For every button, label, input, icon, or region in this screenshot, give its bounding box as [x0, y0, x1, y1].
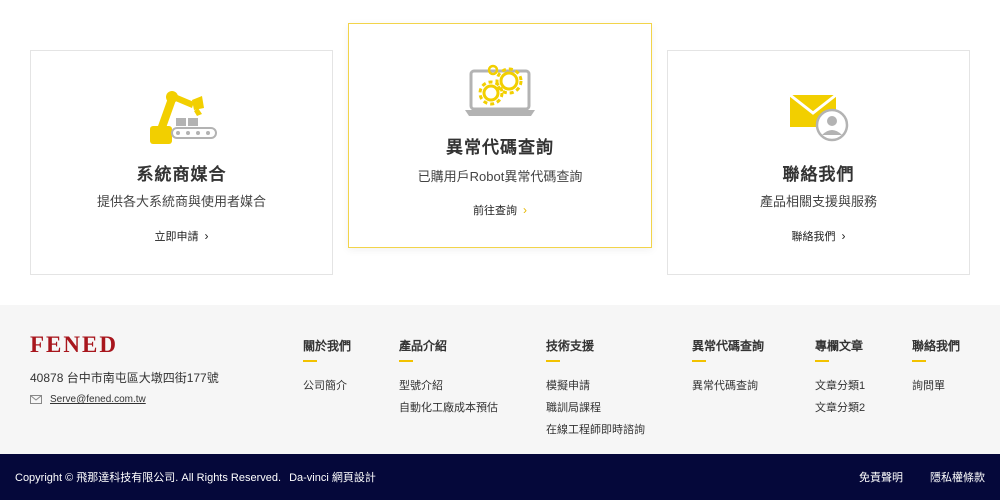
footer-col-heading[interactable]: 產品介紹 — [399, 337, 498, 354]
footer-link[interactable]: 異常代碼查詢 — [692, 375, 764, 397]
heading-underline — [912, 360, 926, 362]
heading-underline — [546, 360, 560, 362]
footer-col-support: 技術支援 模擬申請 職訓局課程 在線工程師即時諮詢 — [546, 337, 645, 441]
card-title: 聯絡我們 — [782, 165, 855, 184]
mail-icon — [30, 395, 42, 404]
card-description: 提供各大系統商與使用者媒合 — [96, 194, 266, 209]
chevron-right-icon: › — [523, 203, 527, 217]
footer-link[interactable]: 公司簡介 — [303, 375, 351, 397]
chevron-right-icon: › — [204, 229, 209, 243]
copyright-text: Copyright © 飛那達科技有限公司. All Rights Reserv… — [15, 472, 282, 484]
link-label: 立即申請 — [154, 231, 199, 243]
apply-now-link[interactable]: 立即申請 › — [31, 228, 332, 244]
copyright-bar: Copyright © 飛那達科技有限公司. All Rights Reserv… — [0, 454, 1000, 500]
footer-link[interactable]: 職訓局課程 — [546, 397, 645, 419]
footer-link[interactable]: 詢問單 — [912, 375, 960, 397]
footer-col-products: 產品介紹 型號介紹 自動化工廠成本預估 — [399, 337, 498, 419]
brand-logo[interactable]: FENED — [30, 332, 118, 358]
privacy-policy-link[interactable]: 隱私權條款 — [930, 472, 985, 484]
footer-col-heading[interactable]: 關於我們 — [303, 337, 351, 354]
card-integrator-matching[interactable]: 系統商媒合 提供各大系統商與使用者媒合 立即申請 › — [30, 50, 333, 275]
footer-link[interactable]: 在線工程師即時諮詢 — [546, 419, 645, 441]
footer-link[interactable]: 文章分類2 — [815, 397, 865, 419]
footer-link[interactable]: 型號介紹 — [399, 375, 498, 397]
robot-arm-icon — [149, 91, 217, 144]
footer-col-heading[interactable]: 異常代碼查詢 — [692, 337, 764, 354]
footer-link[interactable]: 模擬申請 — [546, 375, 645, 397]
card-title: 異常代碼查詢 — [446, 138, 554, 157]
service-cards-section: 系統商媒合 提供各大系統商與使用者媒合 立即申請 › 異常代碼查詢 已購用戶Rob… — [0, 0, 1000, 305]
footer-col-heading[interactable]: 技術支援 — [546, 337, 645, 354]
chevron-right-icon: › — [841, 229, 846, 243]
footer-col-contact: 聯絡我們 詢問單 — [912, 337, 960, 397]
card-title: 系統商媒合 — [136, 165, 227, 184]
company-address: 40878 台中市南屯區大墩四街177號 — [30, 371, 219, 385]
laptop-gears-icon — [465, 64, 535, 116]
email-row: Serve@fened.com.tw — [30, 394, 146, 405]
envelope-person-icon — [788, 93, 848, 142]
legal-links: 免責聲明 隱私權條款 — [832, 469, 985, 485]
card-contact-us[interactable]: 聯絡我們 產品相關支援與服務 聯絡我們 › — [667, 50, 970, 275]
heading-underline — [399, 360, 413, 362]
footer-col-heading[interactable]: 專欄文章 — [815, 337, 865, 354]
heading-underline — [303, 360, 317, 362]
footer-link[interactable]: 自動化工廠成本預估 — [399, 397, 498, 419]
footer-link[interactable]: 文章分類1 — [815, 375, 865, 397]
link-label: 前往查詢 — [473, 205, 517, 217]
footer-col-articles: 專欄文章 文章分類1 文章分類2 — [815, 337, 865, 419]
disclaimer-link[interactable]: 免責聲明 — [859, 472, 903, 484]
email-link[interactable]: Serve@fened.com.tw — [50, 394, 146, 405]
link-label: 聯絡我們 — [791, 231, 836, 243]
footer-col-error-codes: 異常代碼查詢 異常代碼查詢 — [692, 337, 764, 397]
contact-us-link[interactable]: 聯絡我們 › — [668, 228, 969, 244]
footer-col-heading[interactable]: 聯絡我們 — [912, 337, 960, 354]
designer-link[interactable]: Da-vinci 網頁設計 — [289, 472, 376, 484]
card-description: 已購用戶Robot異常代碼查詢 — [417, 169, 583, 184]
go-query-link[interactable]: 前往查詢 › — [349, 202, 651, 218]
copyright-block: Copyright © 飛那達科技有限公司. All Rights Reserv… — [15, 469, 376, 485]
site-footer: FENED 40878 台中市南屯區大墩四街177號 Serve@fened.c… — [0, 305, 1000, 454]
heading-underline — [692, 360, 706, 362]
heading-underline — [815, 360, 829, 362]
card-error-code-lookup[interactable]: 異常代碼查詢 已購用戶Robot異常代碼查詢 前往查詢 › — [348, 23, 652, 248]
footer-col-about: 關於我們 公司簡介 — [303, 337, 351, 397]
card-description: 產品相關支援與服務 — [759, 194, 877, 209]
